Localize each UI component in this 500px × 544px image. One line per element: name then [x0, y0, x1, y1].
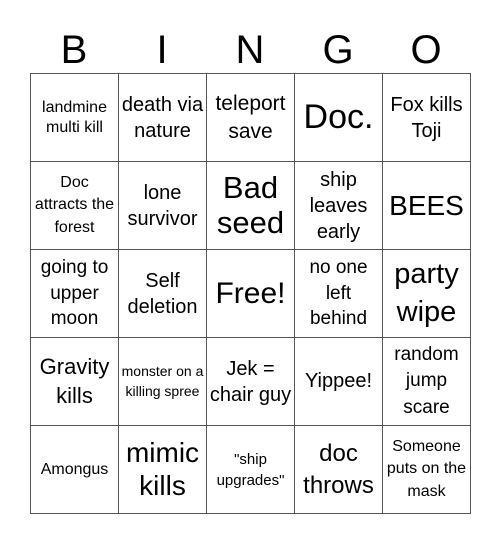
bingo-cell[interactable]: Bad seed — [207, 162, 295, 250]
bingo-cell[interactable]: Fox kills Toji — [383, 74, 471, 162]
bingo-cell[interactable]: random jump scare — [383, 338, 471, 426]
bingo-cell[interactable]: doc throws — [295, 426, 383, 514]
bingo-cell[interactable]: teleport save — [207, 74, 295, 162]
bingo-cell[interactable]: Doc attracts the forest — [31, 162, 119, 250]
header-letter-o: O — [410, 28, 442, 72]
bingo-cell[interactable]: Gravity kills — [31, 338, 119, 426]
bingo-cell[interactable]: "ship upgrades" — [207, 426, 295, 514]
bingo-cell[interactable]: landmine multi kill — [31, 74, 119, 162]
bingo-cell[interactable]: Amongus — [31, 426, 119, 514]
bingo-cell[interactable]: Someone puts on the mask — [383, 426, 471, 514]
bingo-cell[interactable]: Doc. — [295, 74, 383, 162]
bingo-cell[interactable]: lone survivor — [119, 162, 207, 250]
bingo-grid: landmine multi kill death via nature tel… — [30, 73, 471, 514]
bingo-cell[interactable]: death via nature — [119, 74, 207, 162]
bingo-cell[interactable]: BEES — [383, 162, 471, 250]
bingo-header: B I N G O — [30, 26, 470, 74]
header-letter-i: I — [156, 28, 168, 72]
bingo-cell[interactable]: Free! — [207, 250, 295, 338]
bingo-cell[interactable]: going to upper moon — [31, 250, 119, 338]
header-letter-n: N — [235, 28, 265, 72]
bingo-cell[interactable]: monster on a killing spree — [119, 338, 207, 426]
bingo-cell[interactable]: Self deletion — [119, 250, 207, 338]
header-letter-g: G — [322, 28, 354, 72]
bingo-cell[interactable]: ship leaves early — [295, 162, 383, 250]
bingo-cell[interactable]: mimic kills — [119, 426, 207, 514]
header-letter-b: B — [60, 28, 88, 72]
bingo-cell[interactable]: Jek = chair guy — [207, 338, 295, 426]
bingo-cell[interactable]: party wipe — [383, 250, 471, 338]
bingo-cell[interactable]: no one left behind — [295, 250, 383, 338]
bingo-cell[interactable]: Yippee! — [295, 338, 383, 426]
